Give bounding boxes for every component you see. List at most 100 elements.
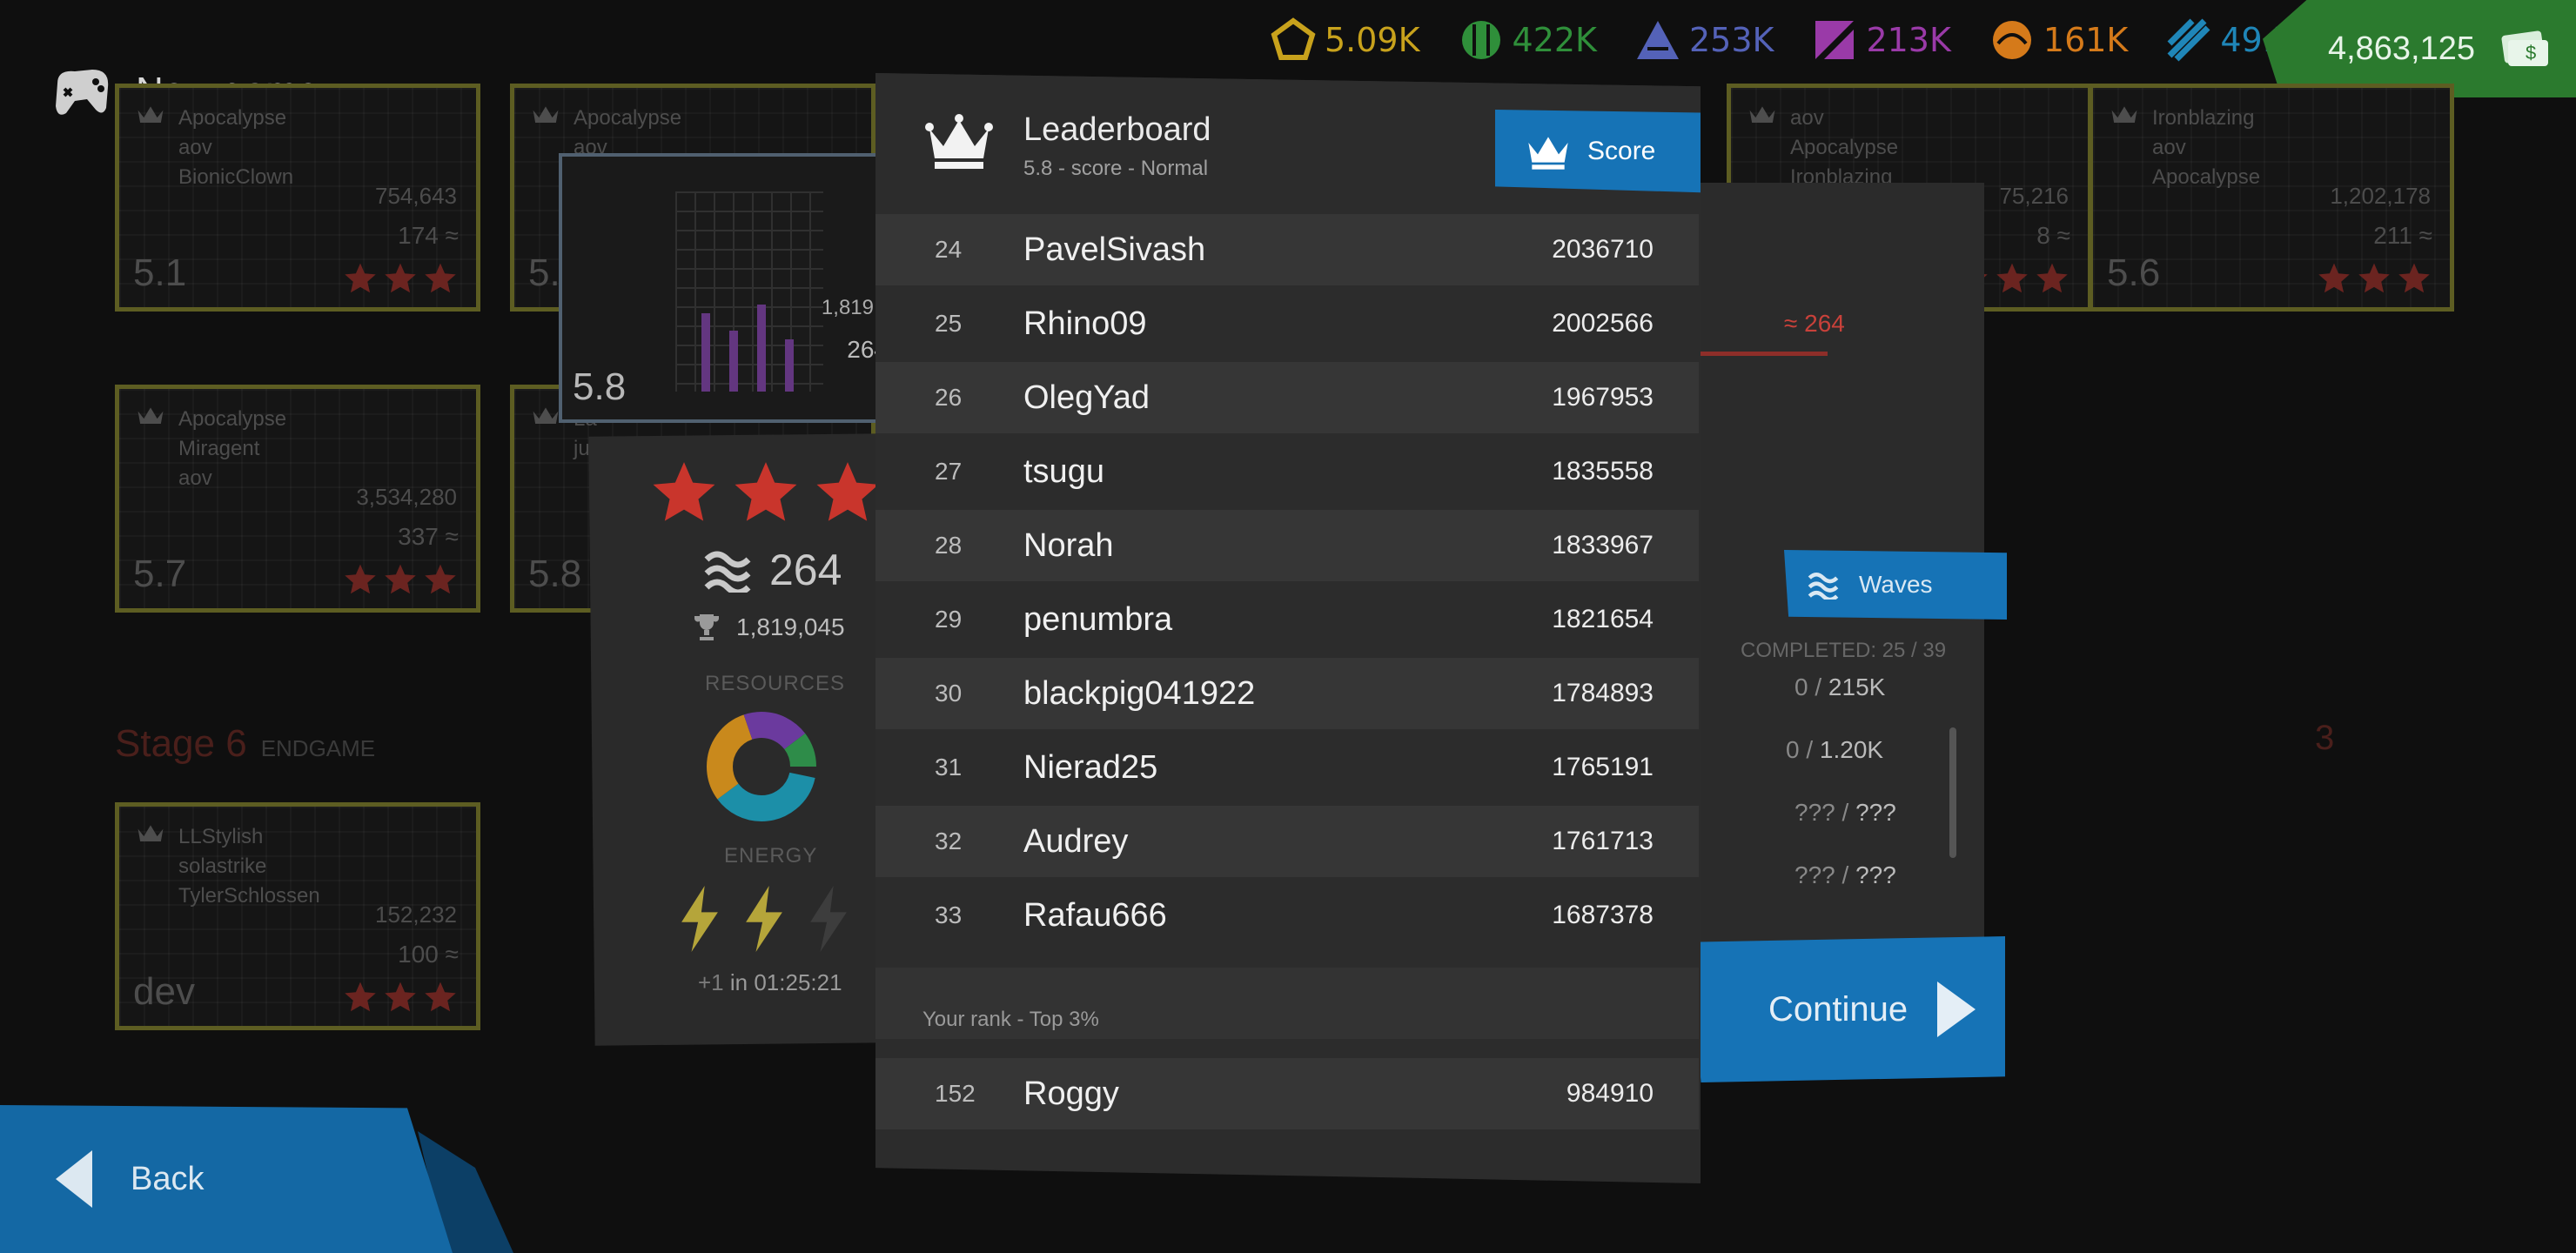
leaderboard-row[interactable]: 29 penumbra 1821654 xyxy=(875,584,1699,655)
goal-max: ??? xyxy=(1855,799,1896,826)
level-card[interactable]: LLStylish solastrike TylerSchlossen 152,2… xyxy=(115,802,480,1030)
player-name: Roggy xyxy=(1023,1075,1119,1112)
detail-waves-value: 264 xyxy=(769,546,842,594)
green-resource-icon xyxy=(1461,21,1500,59)
level-authors: Ironblazing aov Apocalypse xyxy=(2152,106,2261,189)
star-icon xyxy=(735,462,797,521)
right-waves-number: 264 xyxy=(1804,310,1845,337)
player-name: Audrey xyxy=(1023,822,1129,860)
player-score: 2002566 xyxy=(1552,309,1654,338)
leaderboard-row[interactable]: 26 OlegYad 1967953 xyxy=(875,362,1699,433)
leaderboard-partial-row xyxy=(875,968,1699,983)
selected-level-card[interactable]: 1,819,0 264 5.8 xyxy=(559,153,898,423)
level-score: 754,643 xyxy=(375,183,457,209)
player-name: blackpig041922 xyxy=(1023,674,1256,712)
leaderboard-header: Leaderboard 5.8 - score - Normal Score xyxy=(875,73,1701,214)
completed-count: COMPLETED: 25 / 39 xyxy=(1741,639,1947,662)
leaderboard-row[interactable]: 27 tsugu 1835558 xyxy=(875,436,1699,507)
level-waves: 174 ≈ xyxy=(398,222,459,249)
leaderboard-row[interactable]: 30 blackpig041922 1784893 xyxy=(875,658,1699,729)
continue-label: Continue xyxy=(1768,989,1909,1029)
star-icon xyxy=(385,263,416,293)
star-icon xyxy=(653,462,715,521)
leaderboard-row[interactable]: 24 PavelSivash 2036710 xyxy=(875,214,1699,285)
stage-sub: ENDGAME xyxy=(260,735,376,761)
leaderboard-dialog: Leaderboard 5.8 - score - Normal Score 2… xyxy=(875,73,1701,1183)
level-card[interactable]: Apocalypse Miragent aov 3,534,280 337 ≈ 5.7 xyxy=(115,385,480,613)
preview-bar xyxy=(757,305,766,392)
rank: 26 xyxy=(935,384,963,411)
player-name: penumbra xyxy=(1023,600,1173,638)
star-icon xyxy=(425,982,456,1012)
crown-icon xyxy=(533,106,559,124)
level-stars xyxy=(344,262,457,295)
tab-score[interactable]: Score xyxy=(1495,110,1701,193)
player-score: 1833967 xyxy=(1552,531,1654,559)
level-score: 75,216 xyxy=(1999,183,2069,209)
level-number: 5.8 xyxy=(528,553,582,595)
resource-value: 161K xyxy=(2043,21,2129,59)
level-number: dev xyxy=(133,970,195,1013)
player-score: 1835558 xyxy=(1552,457,1654,486)
level-card[interactable]: Ironblazing aov Apocalypse 1,202,178 211 ≈… xyxy=(2089,84,2454,312)
goal-max: 215K xyxy=(1828,673,1886,700)
player-name: Rhino09 xyxy=(1023,305,1147,342)
trophy-icon xyxy=(694,614,719,640)
level-number: 5.1 xyxy=(133,251,187,294)
goal-row: 0 / 1.20K xyxy=(1786,736,1883,764)
player-name: Norah xyxy=(1023,526,1114,564)
leaderboard-row[interactable]: 33 Rafau666 1687378 xyxy=(875,880,1699,951)
goal-max: ??? xyxy=(1855,861,1896,888)
energy-label: ENERGY xyxy=(724,844,818,868)
crown-icon xyxy=(138,407,164,425)
back-button[interactable]: Back xyxy=(0,1105,453,1253)
leaderboard-row[interactable]: 32 Audrey 1761713 xyxy=(875,806,1699,877)
star-icon xyxy=(345,564,376,594)
continue-button[interactable]: Continue xyxy=(1688,936,2005,1082)
stage-stars-count: 3 xyxy=(2315,719,2335,757)
leaderboard-row[interactable]: 28 Norah 1833967 xyxy=(875,510,1699,581)
play-arrow-icon xyxy=(1937,982,1976,1037)
preview-bar xyxy=(729,331,738,392)
resources-bar: 5.09K422K253K213K161K49.7K xyxy=(1271,17,2316,63)
goals-scrollbar[interactable] xyxy=(1949,727,1956,858)
level-score: 3,534,280 xyxy=(356,484,457,510)
rank: 30 xyxy=(935,680,963,707)
player-score: 1821654 xyxy=(1552,605,1654,633)
resources-donut-chart xyxy=(707,712,816,821)
resource-item: 213K xyxy=(1812,17,1951,63)
purple-resource-icon xyxy=(1815,21,1855,59)
stage-label: Stage 6 xyxy=(115,722,247,765)
your-rank-row[interactable]: 152 Roggy 984910 xyxy=(875,1058,1699,1129)
resource-value: 213K xyxy=(1866,21,1951,59)
crown-icon xyxy=(138,106,164,124)
level-waves: 100 ≈ xyxy=(398,941,459,968)
energy-timer-value: in 01:25:21 xyxy=(729,969,842,995)
goal-row: ??? / ??? xyxy=(1794,861,1896,889)
rank: 152 xyxy=(935,1080,976,1107)
resource-value: 422K xyxy=(1512,21,1597,59)
level-card[interactable]: Apocalypse aov BionicClown 754,643 174 ≈ 5.… xyxy=(115,84,480,312)
selected-level-number: 5.8 xyxy=(573,365,627,408)
player-name: Rafau666 xyxy=(1023,896,1167,934)
player-score: 2036710 xyxy=(1552,235,1654,264)
level-stars xyxy=(344,563,457,596)
player-name: PavelSivash xyxy=(1023,231,1206,268)
tab-waves[interactable]: Waves xyxy=(1784,550,2007,620)
preview-bar xyxy=(785,339,794,392)
level-score: 1,202,178 xyxy=(2330,183,2431,209)
leaderboard-subtitle: 5.8 - score - Normal xyxy=(1023,157,1209,180)
player-name: tsugu xyxy=(1023,452,1104,490)
level-authors: Apocalypse aov BionicClown xyxy=(178,106,294,189)
leaderboard-row[interactable]: 25 Rhino09 2002566 xyxy=(875,288,1699,359)
detail-score-value: 1,819,045 xyxy=(736,613,845,640)
tab-score-label: Score xyxy=(1587,137,1656,165)
goal-current: ??? / xyxy=(1794,861,1849,888)
detail-score: 1,819,045 xyxy=(693,613,845,642)
triangle-resource-icon xyxy=(1636,21,1679,59)
goal-current: 0 / xyxy=(1786,736,1814,763)
leaderboard-row[interactable]: 31 Nierad25 1765191 xyxy=(875,732,1699,803)
level-preview-map xyxy=(675,191,823,392)
leaderboard-title: Leaderboard xyxy=(1023,111,1211,148)
goal-row: 0 / 215K xyxy=(1794,673,1885,701)
